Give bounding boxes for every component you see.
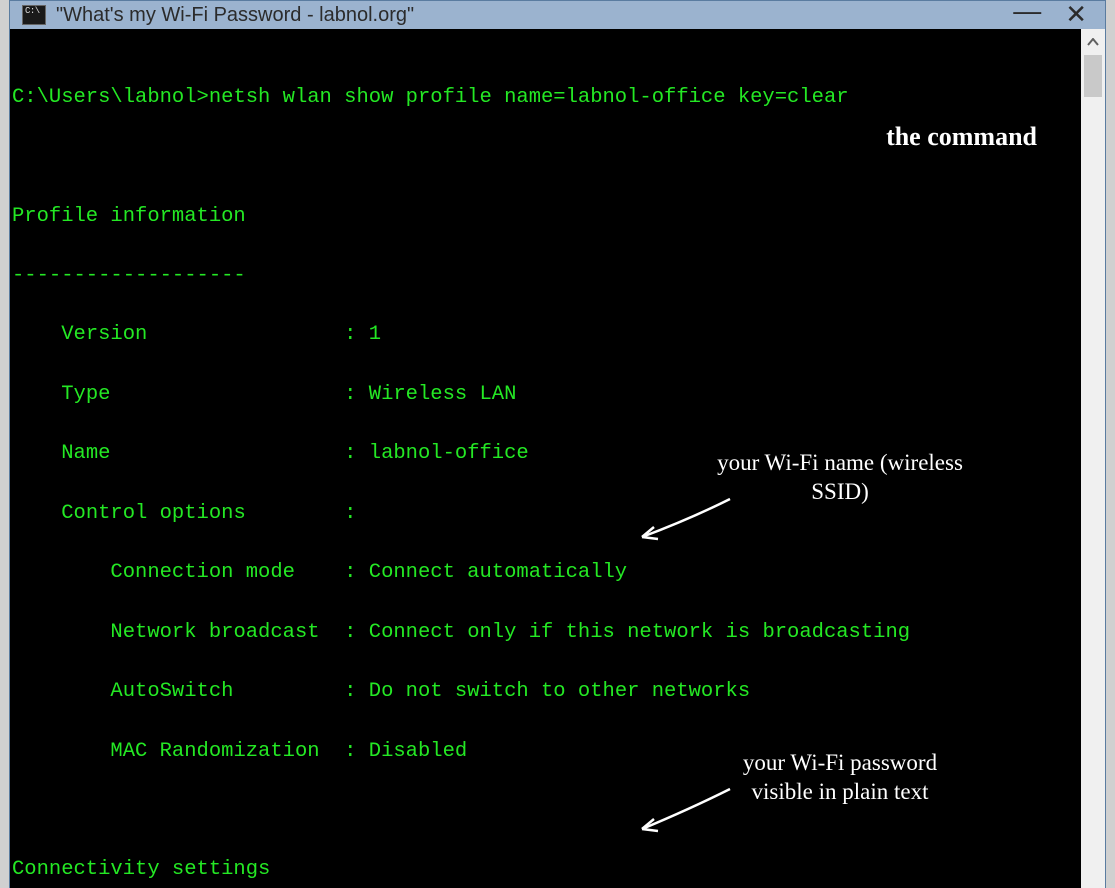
section-heading-connectivity: Connectivity settings xyxy=(12,855,1073,885)
scroll-up-arrow-icon[interactable] xyxy=(1081,29,1105,55)
prompt-path: C:\Users\labnol> xyxy=(12,86,209,109)
profile-version: Version : 1 xyxy=(12,320,1073,350)
profile-network-broadcast: Network broadcast : Connect only if this… xyxy=(12,618,1073,648)
cmd-icon xyxy=(22,5,46,25)
scrollbar-track[interactable] xyxy=(1081,55,1105,888)
profile-connection-mode: Connection mode : Connect automatically xyxy=(12,558,1073,588)
prompt-command: netsh wlan show profile name=labnol-offi… xyxy=(209,86,849,109)
section-rule: ------------------- xyxy=(12,261,1073,291)
vertical-scrollbar[interactable] xyxy=(1081,29,1105,888)
titlebar[interactable]: "What's my Wi-Fi Password - labnol.org" … xyxy=(10,1,1105,29)
profile-mac-randomization: MAC Randomization : Disabled xyxy=(12,737,1073,767)
client-area: C:\Users\labnol>netsh wlan show profile … xyxy=(10,29,1105,888)
window-controls: — ✕ xyxy=(1013,1,1097,29)
blank-line xyxy=(12,142,1073,172)
minimize-button[interactable]: — xyxy=(1013,0,1041,25)
profile-control-options: Control options : xyxy=(12,499,1073,529)
window-title: "What's my Wi-Fi Password - labnol.org" xyxy=(56,4,1013,27)
profile-name: Name : labnol-office xyxy=(12,439,1073,469)
prompt-line: C:\Users\labnol>netsh wlan show profile … xyxy=(12,83,1073,113)
profile-type: Type : Wireless LAN xyxy=(12,380,1073,410)
scrollbar-thumb[interactable] xyxy=(1084,55,1102,97)
blank-line xyxy=(12,796,1073,826)
command-prompt-window: "What's my Wi-Fi Password - labnol.org" … xyxy=(9,0,1106,888)
section-heading-profile: Profile information xyxy=(12,202,1073,232)
terminal-output[interactable]: C:\Users\labnol>netsh wlan show profile … xyxy=(10,29,1081,888)
profile-autoswitch: AutoSwitch : Do not switch to other netw… xyxy=(12,677,1073,707)
close-button[interactable]: ✕ xyxy=(1065,1,1087,29)
